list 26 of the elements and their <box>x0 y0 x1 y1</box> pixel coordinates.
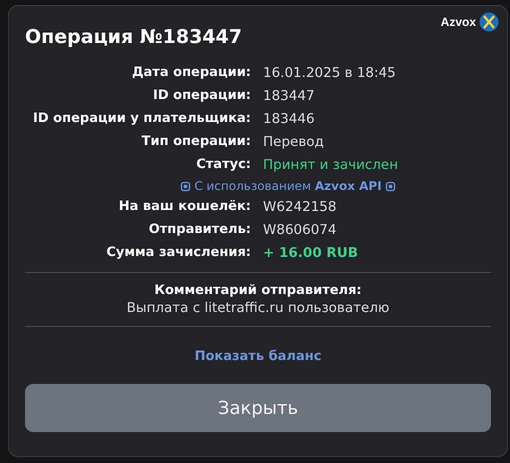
field-label: ID операции: <box>152 87 251 105</box>
close-button[interactable]: Закрыть <box>25 384 491 432</box>
chip-icon <box>384 180 396 192</box>
field-label: Статус: <box>195 156 251 174</box>
comment-heading: Комментарий отправителя: <box>153 283 363 298</box>
field-value: W8606074 <box>263 221 338 239</box>
field-value: Перевод <box>263 133 325 151</box>
field-label: Сумма зачисления: <box>105 244 251 262</box>
field-value: W6242158 <box>263 198 338 216</box>
field-label: ID операции у плательщика: <box>32 110 251 128</box>
brand-name: Azvox <box>440 15 476 29</box>
field-value: 183446 <box>263 110 316 128</box>
field-label: На ваш кошелёк: <box>118 198 251 216</box>
dialog-title: Операция №183447 <box>25 26 243 48</box>
comment-text: Выплата с litetraffic.ru пользователю <box>126 300 390 316</box>
field-value: Принят и зачислен <box>263 156 400 174</box>
field-value: + 16.00 RUB <box>263 244 360 262</box>
chip-icon <box>180 180 192 192</box>
field-label: Дата операции: <box>130 64 251 82</box>
show-balance-link[interactable]: Показать баланс <box>194 349 322 364</box>
field-value: 16.01.2025 в 18:45 <box>263 64 397 82</box>
api-note: С использованием Azvox API <box>194 179 382 193</box>
field-label: Отправитель: <box>148 221 251 239</box>
field-label: Тип операции: <box>140 133 251 151</box>
field-value: 183447 <box>263 87 316 105</box>
logo-icon <box>479 12 499 32</box>
